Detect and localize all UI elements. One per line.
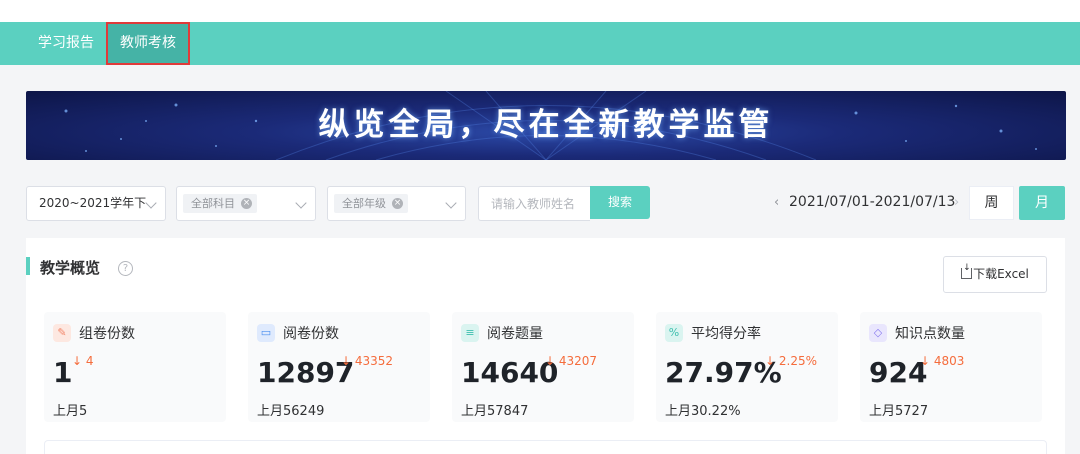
metric-change-value: 4803 (933, 354, 965, 368)
banner: 纵览全局，尽在全新教学监管 (26, 91, 1066, 160)
metric-card-marked-questions: ≡ 阅卷题量 14640 ↓ 43207 上月57847 (452, 312, 634, 422)
teacher-name-input[interactable] (478, 186, 590, 221)
compose-icon: ✎ (53, 324, 71, 342)
metric-previous: 上月5727 (869, 404, 929, 419)
download-label: 下载Excel (973, 267, 1029, 281)
subject-tag-label: 全部科目 (191, 197, 235, 210)
month-button[interactable]: 月 (1019, 186, 1065, 220)
metric-change-value: 2.25% (778, 354, 817, 368)
chevron-down-icon (445, 197, 457, 209)
tab-learning-report[interactable]: 学习报告 (30, 22, 102, 65)
percent-icon: % (665, 324, 683, 342)
chevron-down-icon (145, 197, 157, 209)
metric-value: 14640 (461, 356, 559, 389)
download-icon (961, 263, 973, 279)
metric-change-value: 4 (85, 354, 94, 368)
bulb-icon: ◇ (869, 324, 887, 342)
term-select-value: 2020~2021学年下 (39, 196, 147, 210)
metric-previous: 上月56249 (257, 404, 325, 419)
card-icon: ▭ (257, 324, 275, 342)
subject-tag: 全部科目 × (183, 194, 257, 213)
metric-label: 阅卷题量 (487, 326, 543, 342)
document-icon: ≡ (461, 324, 479, 342)
search-button[interactable]: 搜索 (590, 186, 650, 219)
banner-slogan: 纵览全局，尽在全新教学监管 (318, 107, 774, 143)
metric-change: ↓ 2.25% (765, 354, 817, 368)
help-icon[interactable]: ? (118, 261, 133, 276)
metric-card-knowledge-points: ◇ 知识点数量 924 ↓ 4803 上月5727 (860, 312, 1042, 422)
metric-label: 知识点数量 (895, 326, 965, 342)
metric-label: 阅卷份数 (283, 326, 339, 342)
metric-value: 924 (869, 356, 928, 389)
metric-change: ↓ 43352 (341, 354, 394, 368)
metric-change-value: 43207 (558, 354, 598, 368)
close-icon[interactable]: × (241, 198, 252, 209)
grade-tag: 全部年级 × (334, 194, 408, 213)
download-excel-button[interactable]: 下载Excel (943, 256, 1047, 293)
metric-value: 1 (53, 356, 73, 389)
grade-tag-label: 全部年级 (342, 197, 386, 210)
metric-previous: 上月5 (53, 404, 88, 419)
metric-previous: 上月30.22% (665, 404, 741, 419)
grade-select[interactable]: 全部年级 × (327, 186, 466, 221)
section-accent-bar (26, 257, 30, 275)
tab-teacher-assessment[interactable]: 教师考核 (106, 22, 190, 65)
section-title: 教学概览 (40, 259, 101, 277)
metric-change: ↓ 43207 (545, 354, 598, 368)
top-strip (0, 0, 1080, 22)
next-section-box (44, 440, 1047, 454)
close-icon[interactable]: × (392, 198, 403, 209)
chevron-left-icon[interactable]: ‹ (774, 195, 779, 210)
top-navbar: 学习报告 教师考核 (0, 22, 1080, 65)
metric-card-compose: ✎ 组卷份数 1 ↓ 4 上月5 (44, 312, 226, 422)
metric-card-marked-papers: ▭ 阅卷份数 12897 ↓ 43352 上月56249 (248, 312, 430, 422)
metric-change: ↓ 4803 (920, 354, 965, 368)
term-select[interactable]: 2020~2021学年下 (26, 186, 166, 221)
metric-label: 组卷份数 (79, 326, 135, 342)
subject-select[interactable]: 全部科目 × (176, 186, 316, 221)
metric-card-average-score: % 平均得分率 27.97% ↓ 2.25% 上月30.22% (656, 312, 838, 422)
date-range[interactable]: 2021/07/01-2021/07/13 (789, 194, 955, 210)
metric-change-value: 43352 (354, 354, 394, 368)
metric-previous: 上月57847 (461, 404, 529, 419)
metric-change: ↓ 4 (72, 354, 94, 368)
chevron-down-icon (295, 197, 307, 209)
metric-label: 平均得分率 (691, 326, 761, 342)
metric-value: 12897 (257, 356, 355, 389)
week-button[interactable]: 周 (969, 186, 1014, 220)
chevron-right-icon[interactable]: › (954, 195, 959, 210)
